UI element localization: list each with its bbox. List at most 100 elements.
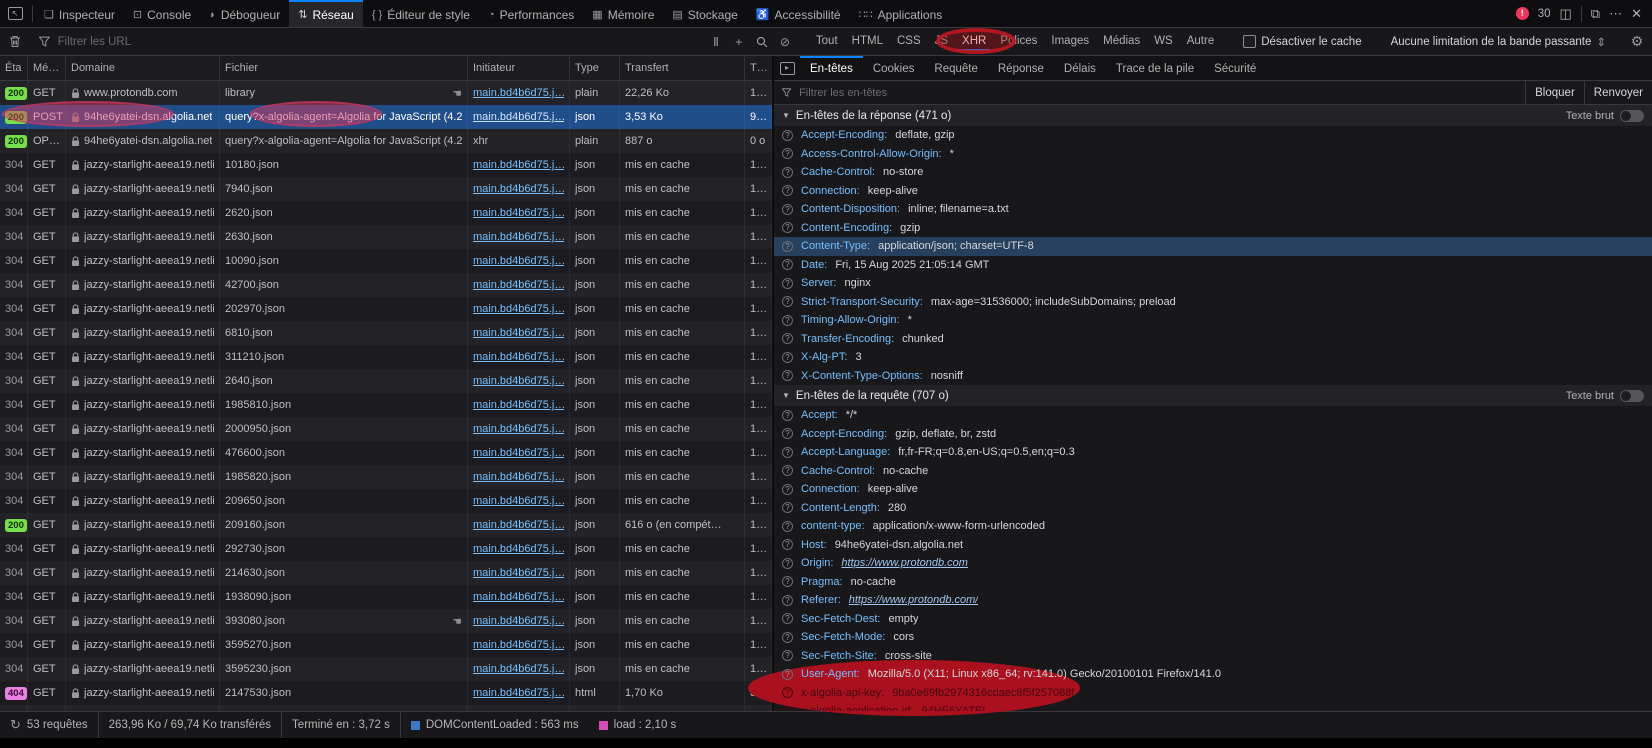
header-row[interactable]: ? Connection keep-alive <box>774 480 1652 499</box>
settings-gear-icon[interactable]: ⚙ <box>1628 33 1646 50</box>
request-row[interactable]: 304 GET jazzy-starlight-aeea19.netli… 26… <box>0 225 772 249</box>
request-row[interactable]: 304 GET jazzy-starlight-aeea19.netli… 19… <box>0 393 772 417</box>
error-badge-icon[interactable]: ! <box>1516 7 1529 20</box>
help-icon[interactable]: ? <box>782 447 793 458</box>
help-icon[interactable]: ? <box>782 370 793 381</box>
header-row[interactable]: ? User-Agent Mozilla/5.0 (X11; Linux x86… <box>774 665 1652 684</box>
help-icon[interactable]: ? <box>782 595 793 606</box>
new-request-icon[interactable]: + <box>730 35 748 49</box>
request-row[interactable]: 304 GET jazzy-starlight-aeea19.netli… 39… <box>0 609 772 633</box>
help-icon[interactable]: ? <box>782 352 793 363</box>
request-row[interactable]: 304 GET jazzy-starlight-aeea19.netli… 19… <box>0 465 772 489</box>
toolbox-tab[interactable]: ❏ Inspecteur <box>35 0 124 27</box>
request-row[interactable]: 304 GET jazzy-starlight-aeea19.netli… 35… <box>0 657 772 681</box>
details-pane-toggle-icon[interactable]: ▸ <box>774 56 800 80</box>
request-row[interactable]: 304 GET jazzy-starlight-aeea19.netli… 20… <box>0 297 772 321</box>
header-row[interactable]: ? Sec-Fetch-Site cross-site <box>774 647 1652 666</box>
request-row[interactable]: 304 GET jazzy-starlight-aeea19.netli… 26… <box>0 369 772 393</box>
header-row[interactable]: ? Origin https://www.protondb.com <box>774 554 1652 573</box>
initiator-link[interactable]: main.bd4b6d75.j… <box>473 423 564 435</box>
request-row[interactable]: 304 GET jazzy-starlight-aeea19.netli… 20… <box>0 417 772 441</box>
header-row[interactable]: ? x-algolia-api-key 9ba0e69fb2974316cdae… <box>774 684 1652 703</box>
responsive-mode-icon[interactable]: ⧉ <box>1591 6 1600 22</box>
type-filter-button[interactable]: JS <box>931 32 952 51</box>
request-row[interactable]: 404 GET jazzy-starlight-aeea19.netli… 21… <box>0 681 772 705</box>
help-icon[interactable]: ? <box>782 576 793 587</box>
help-icon[interactable]: ? <box>782 185 793 196</box>
column-header[interactable]: T… <box>745 56 772 80</box>
toolbox-tab[interactable]: ◔ Performances <box>479 0 583 27</box>
toolbox-tab[interactable]: ◗ Débogueur <box>200 0 289 27</box>
help-icon[interactable]: ? <box>782 502 793 513</box>
clear-requests-icon[interactable] <box>6 35 24 48</box>
column-header[interactable]: Mé… <box>28 56 66 80</box>
help-icon[interactable]: ? <box>782 706 793 711</box>
initiator-link[interactable]: main.bd4b6d75.j… <box>473 519 564 531</box>
request-row[interactable]: 304 GET jazzy-starlight-aeea19.netli… 19… <box>0 585 772 609</box>
details-tab[interactable]: Délais <box>1054 56 1106 80</box>
header-row[interactable]: ? Accept-Encoding gzip, deflate, br, zst… <box>774 425 1652 444</box>
request-row[interactable]: 200 POST 94he6yatei-dsn.algolia.net quer… <box>0 105 772 129</box>
toolbox-tab[interactable]: ∷∷ Applications <box>850 0 952 27</box>
initiator-link[interactable]: main.bd4b6d75.j… <box>473 327 564 339</box>
header-row[interactable]: ? Transfer-Encoding chunked <box>774 330 1652 349</box>
header-row[interactable]: ? content-type application/x-www-form-ur… <box>774 517 1652 536</box>
initiator-link[interactable]: main.bd4b6d75.j… <box>473 351 564 363</box>
initiator-link[interactable]: main.bd4b6d75.j… <box>473 279 564 291</box>
help-icon[interactable]: ? <box>782 167 793 178</box>
header-row[interactable]: ? Pragma no-cache <box>774 573 1652 592</box>
help-icon[interactable]: ? <box>782 241 793 252</box>
initiator-link[interactable]: main.bd4b6d75.j… <box>473 207 564 219</box>
request-row[interactable]: 304 GET jazzy-starlight-aeea19.netli… 10… <box>0 153 772 177</box>
toolbox-tab[interactable]: ⇅ Réseau <box>289 0 363 27</box>
toolbox-tab[interactable]: ▦ Mémoire <box>583 0 663 27</box>
pause-traffic-icon[interactable]: Ⅱ <box>707 35 725 49</box>
initiator-link[interactable]: main.bd4b6d75.j… <box>473 303 564 315</box>
toolbox-tab[interactable]: { } Éditeur de style <box>363 0 479 27</box>
request-row[interactable]: 304 GET jazzy-starlight-aeea19.netli… 47… <box>0 441 772 465</box>
header-row[interactable]: ? Host 94he6yatei-dsn.algolia.net <box>774 536 1652 555</box>
initiator-link[interactable]: main.bd4b6d75.j… <box>473 375 564 387</box>
header-row[interactable]: ? Access-Control-Allow-Origin * <box>774 145 1652 164</box>
help-icon[interactable]: ? <box>782 410 793 421</box>
initiator-link[interactable]: main.bd4b6d75.j… <box>473 447 564 459</box>
initiator-link[interactable]: main.bd4b6d75.j… <box>473 591 564 603</box>
help-icon[interactable]: ? <box>782 315 793 326</box>
close-icon[interactable]: ✕ <box>1631 6 1642 22</box>
help-icon[interactable]: ? <box>782 296 793 307</box>
request-row[interactable]: 304 GET jazzy-starlight-aeea19.netli… 10… <box>0 249 772 273</box>
initiator-link[interactable]: main.bd4b6d75.j… <box>473 687 564 699</box>
throttling-dropdown[interactable]: Aucune limitation de la bande passante ⇕ <box>1384 35 1613 49</box>
header-row[interactable]: ? X-Content-Type-Options nosniff <box>774 367 1652 386</box>
type-filter-button[interactable]: Images <box>1047 32 1093 51</box>
help-icon[interactable]: ? <box>782 148 793 159</box>
toolbox-tab[interactable]: ♿ Accessibilité <box>747 0 850 27</box>
header-row[interactable]: ? x-algolia-application-id 94HE6YATEI <box>774 702 1652 711</box>
header-row[interactable]: ? Accept */* <box>774 406 1652 425</box>
details-tab[interactable]: En-têtes <box>800 56 863 80</box>
initiator-link[interactable]: main.bd4b6d75.j… <box>473 87 564 99</box>
type-filter-button[interactable]: WS <box>1150 32 1177 51</box>
request-row[interactable]: 304 GET jazzy-starlight-aeea19.netli… 68… <box>0 321 772 345</box>
column-header[interactable]: Fichier <box>220 56 468 80</box>
dock-position-icon[interactable]: ◫ <box>1560 6 1572 22</box>
type-filter-button[interactable]: Tout <box>812 32 842 51</box>
help-icon[interactable]: ? <box>782 333 793 344</box>
help-icon[interactable]: ? <box>782 222 793 233</box>
help-icon[interactable]: ? <box>782 669 793 680</box>
request-row[interactable]: 304 GET jazzy-starlight-aeea19.netli… 42… <box>0 273 772 297</box>
pick-element-icon[interactable]: ↖ <box>0 0 30 27</box>
column-header[interactable]: Type <box>570 56 620 80</box>
type-filter-button[interactable]: Polices <box>996 32 1041 51</box>
help-icon[interactable]: ? <box>782 521 793 532</box>
help-icon[interactable]: ? <box>782 613 793 624</box>
request-row[interactable]: 200 GET jazzy-starlight-aeea19.netli… 20… <box>0 513 772 537</box>
header-row[interactable]: ? Content-Disposition inline; filename=a… <box>774 200 1652 219</box>
details-tab[interactable]: Trace de la pile <box>1106 56 1204 80</box>
header-row[interactable]: ? Referer https://www.protondb.com/ <box>774 591 1652 610</box>
type-filter-button[interactable]: HTML <box>848 32 887 51</box>
help-icon[interactable]: ? <box>782 558 793 569</box>
initiator-link[interactable]: main.bd4b6d75.j… <box>473 159 564 171</box>
header-row[interactable]: ? Date Fri, 15 Aug 2025 21:05:14 GMT <box>774 256 1652 275</box>
request-row[interactable]: 200 GET www.protondb.com library ☚ main.… <box>0 81 772 105</box>
